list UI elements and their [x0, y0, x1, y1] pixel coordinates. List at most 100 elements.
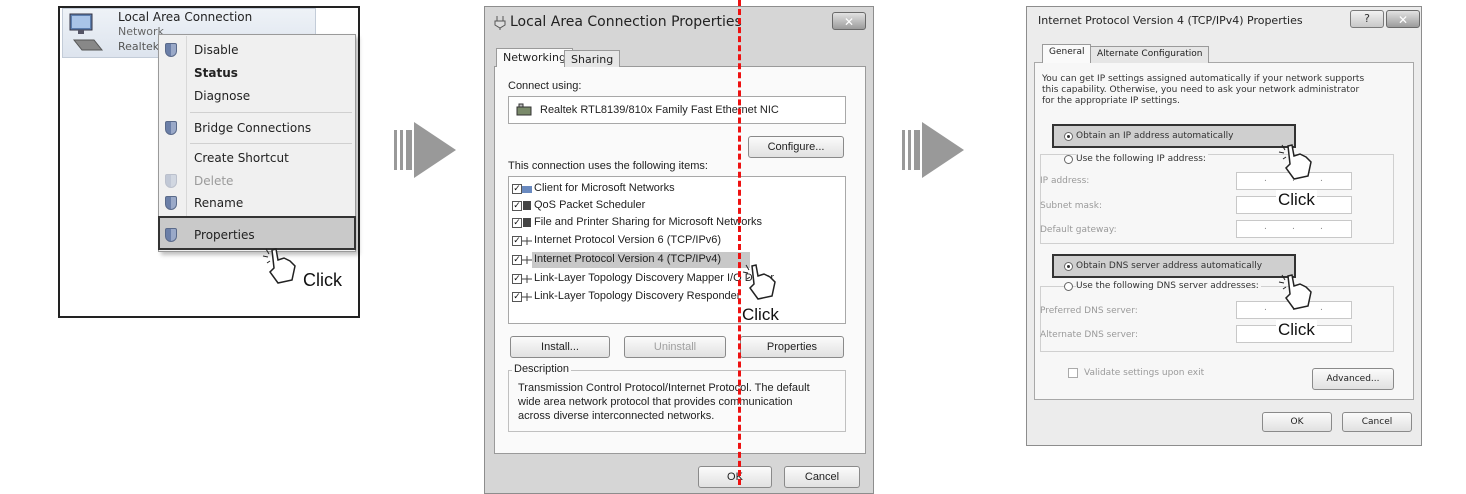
- ip-separator: .: [1264, 222, 1267, 232]
- menu-item-diagnose[interactable]: Diagnose: [194, 89, 250, 103]
- menu-item-disable[interactable]: Disable: [194, 43, 239, 57]
- use-following-ip-label: Use the following IP address:: [1076, 154, 1208, 164]
- tab-sharing[interactable]: Sharing: [564, 50, 621, 67]
- ip-separator: .: [1264, 303, 1267, 313]
- radio-use-following-dns[interactable]: [1064, 282, 1073, 291]
- close-button[interactable]: ✕: [1386, 10, 1420, 28]
- protocol-icon: [522, 293, 532, 301]
- install-button[interactable]: Install...: [510, 336, 610, 358]
- obtain-dns-auto-label: Obtain DNS server address automatically: [1076, 261, 1263, 271]
- component-checkbox[interactable]: ✓: [512, 236, 522, 246]
- close-button[interactable]: ✕: [832, 12, 866, 30]
- shield-icon: [165, 196, 177, 210]
- adapter-short-name: Realtek: [118, 40, 160, 53]
- shield-icon: [165, 43, 177, 57]
- list-item[interactable]: QoS Packet Scheduler: [534, 199, 645, 211]
- ip-separator: .: [1320, 303, 1323, 313]
- properties-button[interactable]: Properties: [740, 336, 844, 358]
- dialog-title: Local Area Connection Properties: [510, 14, 742, 30]
- pointing-hand-icon: [1278, 274, 1312, 310]
- menu-item-status[interactable]: Status: [194, 66, 238, 80]
- intro-text: for the appropriate IP settings.: [1042, 96, 1180, 106]
- list-item-ipv4[interactable]: Internet Protocol Version 4 (TCP/IPv4): [534, 253, 721, 265]
- service-icon: [523, 218, 531, 227]
- protocol-icon: [522, 256, 532, 264]
- component-checkbox[interactable]: ✓: [512, 292, 522, 302]
- menu-separator: [190, 143, 352, 144]
- advanced-button[interactable]: Advanced...: [1312, 368, 1394, 390]
- menu-item-rename[interactable]: Rename: [194, 196, 243, 210]
- ip-separator: .: [1320, 174, 1323, 184]
- ip-separator: .: [1292, 222, 1295, 232]
- component-checkbox[interactable]: ✓: [512, 255, 522, 265]
- component-checkbox[interactable]: ✓: [512, 201, 522, 211]
- protocol-icon: [522, 237, 532, 245]
- radio-obtain-ip-auto[interactable]: [1064, 132, 1073, 141]
- intro-text: You can get IP settings assigned automat…: [1042, 74, 1365, 84]
- use-following-dns-label: Use the following DNS server addresses:: [1076, 281, 1261, 291]
- connect-using-label: Connect using:: [508, 80, 582, 92]
- component-checkbox[interactable]: ✓: [512, 184, 522, 194]
- tab-general[interactable]: General: [1042, 44, 1092, 63]
- default-gateway-label: Default gateway:: [1040, 225, 1117, 235]
- protocol-icon: [522, 275, 532, 283]
- tab-networking[interactable]: Networking: [496, 48, 573, 67]
- cancel-button[interactable]: Cancel: [784, 466, 860, 488]
- click-label: Click: [742, 305, 779, 324]
- menu-item-delete: Delete: [194, 174, 234, 188]
- click-label: Click: [303, 270, 342, 290]
- pointing-hand-icon: [742, 264, 776, 300]
- network-connection-icon: [69, 13, 104, 51]
- list-item[interactable]: File and Printer Sharing for Microsoft N…: [534, 216, 762, 228]
- tab-alternate-configuration[interactable]: Alternate Configuration: [1090, 46, 1210, 63]
- properties-highlight: [158, 216, 356, 250]
- network-plug-icon: [494, 16, 506, 30]
- preferred-dns-label: Preferred DNS server:: [1040, 306, 1138, 316]
- description-line: wide area network protocol that provides…: [518, 396, 793, 408]
- shield-icon: [165, 121, 177, 135]
- radio-use-following-ip[interactable]: [1064, 155, 1073, 164]
- next-step-arrow-icon: [902, 122, 964, 178]
- obtain-ip-auto-label: Obtain an IP address automatically: [1076, 131, 1234, 141]
- ok-button[interactable]: OK: [1262, 412, 1332, 432]
- ip-separator: .: [1320, 222, 1323, 232]
- help-button[interactable]: ?: [1350, 10, 1384, 28]
- client-icon: [522, 186, 532, 193]
- adapter-name: Realtek RTL8139/810x Family Fast Etherne…: [540, 104, 779, 116]
- menu-item-bridge-connections[interactable]: Bridge Connections: [194, 121, 311, 135]
- pointing-hand-icon: [262, 248, 296, 284]
- component-checkbox[interactable]: ✓: [512, 218, 522, 228]
- red-dashed-divider: [738, 0, 741, 485]
- ip-separator: .: [1264, 174, 1267, 184]
- cancel-button[interactable]: Cancel: [1342, 412, 1412, 432]
- intro-text: this capability. Otherwise, you need to …: [1042, 85, 1360, 95]
- description-line: across diverse interconnected networks.: [518, 410, 715, 422]
- menu-item-properties[interactable]: Properties: [194, 228, 255, 242]
- list-item[interactable]: Internet Protocol Version 6 (TCP/IPv6): [534, 234, 721, 246]
- ok-button[interactable]: OK: [698, 466, 772, 488]
- validate-checkbox[interactable]: [1068, 368, 1078, 378]
- subnet-mask-label: Subnet mask:: [1040, 201, 1102, 211]
- shield-icon: [165, 228, 177, 242]
- list-item[interactable]: Link-Layer Topology Discovery Responder: [534, 290, 740, 302]
- connection-name: Local Area Connection: [118, 10, 253, 24]
- component-checkbox[interactable]: ✓: [512, 274, 522, 284]
- network-adapter-icon: [516, 103, 532, 116]
- ip-address-label: IP address:: [1040, 176, 1090, 186]
- radio-obtain-dns-auto[interactable]: [1064, 262, 1073, 271]
- alternate-dns-label: Alternate DNS server:: [1040, 330, 1139, 340]
- menu-separator: [190, 112, 352, 113]
- list-item[interactable]: Client for Microsoft Networks: [534, 182, 675, 194]
- shield-icon: [165, 174, 177, 188]
- configure-button[interactable]: Configure...: [748, 136, 844, 158]
- service-icon: [523, 201, 531, 210]
- description-label: Description: [512, 363, 572, 375]
- dialog-title: Internet Protocol Version 4 (TCP/IPv4) P…: [1038, 14, 1303, 27]
- click-label: Click: [1276, 190, 1317, 210]
- validate-label: Validate settings upon exit: [1084, 368, 1205, 378]
- pointing-hand-icon: [1278, 144, 1312, 180]
- menu-item-create-shortcut[interactable]: Create Shortcut: [194, 151, 289, 165]
- uninstall-button: Uninstall: [624, 336, 726, 358]
- description-line: Transmission Control Protocol/Internet P…: [518, 382, 810, 394]
- items-label: This connection uses the following items…: [508, 160, 708, 172]
